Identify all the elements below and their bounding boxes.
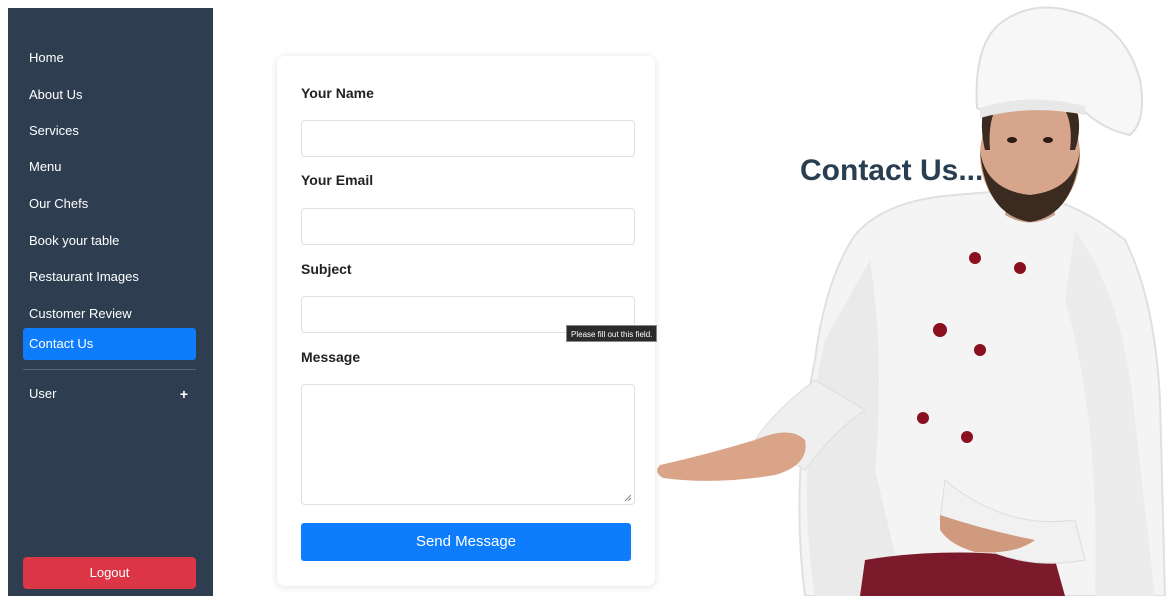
sidebar-item-restaurant-images[interactable]: Restaurant Images bbox=[23, 261, 196, 293]
sidebar-item-contact-us[interactable]: Contact Us bbox=[23, 328, 196, 360]
plus-icon: + bbox=[179, 386, 188, 402]
sidebar-divider bbox=[23, 369, 196, 370]
email-label: Your Email bbox=[301, 172, 374, 188]
sidebar: Home About Us Services Menu Our Chefs Bo… bbox=[8, 8, 213, 596]
sidebar-user-toggle[interactable]: User + bbox=[23, 378, 196, 410]
sidebar-item-book-table[interactable]: Book your table bbox=[23, 225, 196, 257]
sidebar-user-label: User bbox=[29, 386, 57, 401]
sidebar-item-menu[interactable]: Menu bbox=[23, 151, 196, 183]
sidebar-item-services[interactable]: Services bbox=[23, 115, 196, 147]
subject-label: Subject bbox=[301, 261, 352, 277]
message-label: Message bbox=[301, 349, 361, 365]
sidebar-item-our-chefs[interactable]: Our Chefs bbox=[23, 188, 196, 220]
name-field[interactable] bbox=[301, 120, 635, 157]
sidebar-item-home[interactable]: Home bbox=[23, 42, 196, 74]
page-title: Contact Us... bbox=[800, 154, 984, 187]
validation-tooltip: Please fill out this field. bbox=[566, 325, 658, 342]
sidebar-item-about-us[interactable]: About Us bbox=[23, 79, 196, 111]
resize-handle-icon[interactable] bbox=[624, 494, 631, 501]
message-textarea[interactable] bbox=[301, 384, 635, 505]
sidebar-item-customer-review[interactable]: Customer Review bbox=[23, 298, 196, 330]
send-message-button[interactable]: Send Message bbox=[301, 523, 631, 561]
email-field[interactable] bbox=[301, 208, 635, 245]
logout-button[interactable]: Logout bbox=[23, 557, 196, 589]
name-label: Your Name bbox=[301, 85, 374, 101]
contact-form: Your Name Your Email Subject Message Sen… bbox=[277, 56, 655, 586]
contact-page: Home About Us Services Menu Our Chefs Bo… bbox=[0, 0, 1168, 596]
chef-illustration bbox=[657, 6, 1167, 596]
